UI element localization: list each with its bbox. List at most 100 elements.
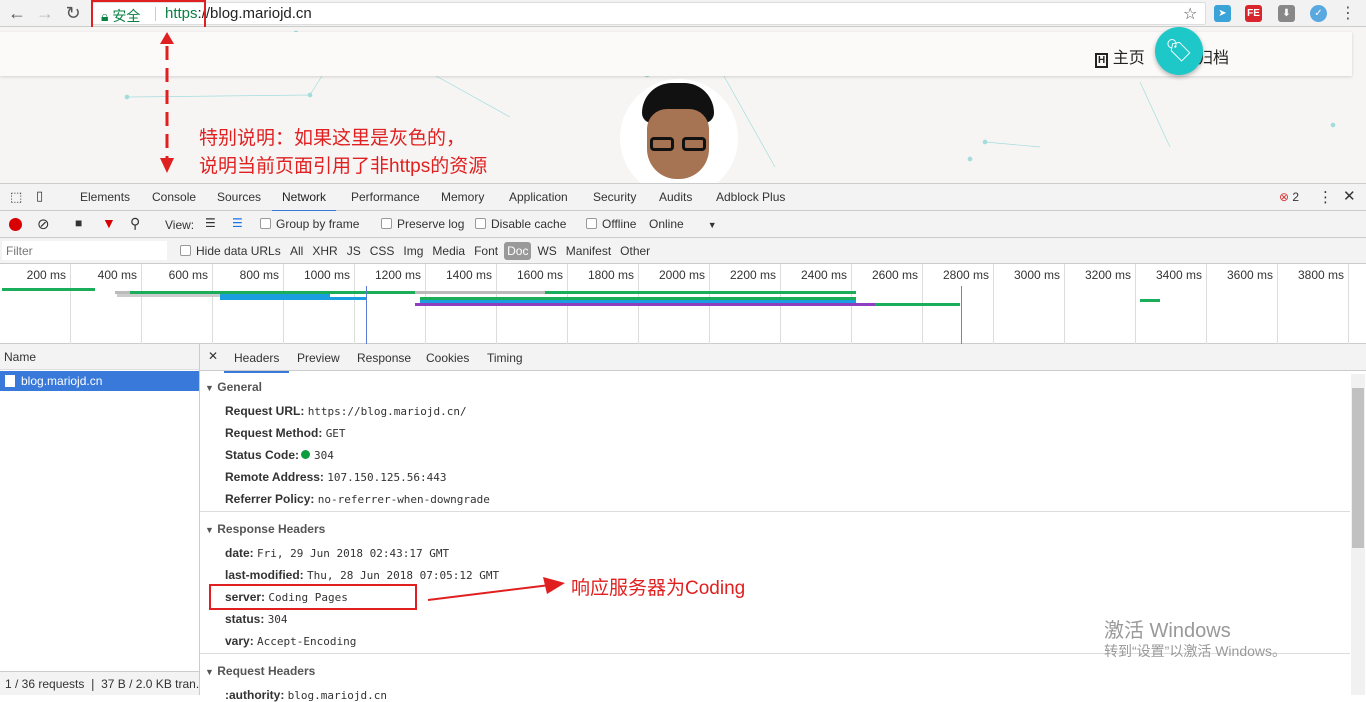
timeline-tick-label: 2800 ms xyxy=(942,268,989,282)
v-icon[interactable]: ✓ xyxy=(1310,5,1327,22)
timeline-overview[interactable]: 200 ms 400 ms 600 ms 800 ms 1000 ms 1200 ms 14… xyxy=(0,264,1366,344)
timeline-tick-label: 3800 ms xyxy=(1297,268,1344,282)
overview-icon[interactable]: ☰ xyxy=(232,216,243,230)
throttle-select[interactable]: Online ▼ xyxy=(649,217,717,231)
tab-application[interactable]: Application xyxy=(509,190,568,204)
annotation-arrow-icon xyxy=(427,577,565,601)
tag-icon[interactable]: 🏷︎ xyxy=(1155,27,1203,75)
nav-home-label: 主页 xyxy=(1112,50,1145,67)
send-icon[interactable]: ➤ xyxy=(1214,5,1231,22)
preserve-log-label: Preserve log xyxy=(397,217,465,231)
hide-data-urls-checkbox[interactable]: Hide data URLs xyxy=(180,244,281,258)
detail-tab-bar: ✕ Headers Preview Response Cookies Timin… xyxy=(200,344,1366,373)
timeline-tick-label: 1200 ms xyxy=(374,268,421,282)
error-count-badge[interactable]: ⊗ 2 xyxy=(1279,190,1299,204)
hide-data-urls-label: Hide data URLs xyxy=(196,244,281,258)
close-details-icon[interactable]: ✕ xyxy=(208,349,218,363)
annotation-note-line1: 特别说明：如果这里是灰色的， xyxy=(199,128,466,149)
bookmark-star-icon[interactable]: ☆ xyxy=(1183,4,1197,24)
type-filter-doc[interactable]: Doc xyxy=(504,242,532,260)
fe-icon[interactable]: FE xyxy=(1245,5,1262,22)
timeline-tick-label: 2000 ms xyxy=(658,268,705,282)
detail-tab-headers[interactable]: Headers xyxy=(224,344,290,373)
view-label: View: xyxy=(165,218,195,232)
group-by-frame-label: Group by frame xyxy=(276,217,360,231)
type-filter-css[interactable]: CSS xyxy=(367,242,398,260)
waterfall-bar xyxy=(1140,299,1160,302)
large-rows-icon[interactable]: ☰ xyxy=(205,216,216,230)
request-list: Name blog.mariojd.cn 1 / 36 requests ❘ 3… xyxy=(0,344,200,695)
annotation-arrow-icon xyxy=(160,32,174,173)
preserve-log-checkbox[interactable]: Preserve log xyxy=(381,217,464,231)
timeline-tick-label: 2200 ms xyxy=(729,268,776,282)
tab-audits[interactable]: Audits xyxy=(659,190,692,204)
reload-icon[interactable]: ↻ xyxy=(63,3,83,23)
offline-label: Offline xyxy=(602,217,637,231)
timeline-tick-label: 1600 ms xyxy=(516,268,563,282)
timeline-tick-label: 3000 ms xyxy=(1013,268,1060,282)
devtools-tab-bar: ⬚ ▯ Elements Console Sources Network Per… xyxy=(0,184,1366,212)
search-icon[interactable]: ⚲ xyxy=(130,215,140,232)
type-filter-media[interactable]: Media xyxy=(429,242,468,260)
filter-icon[interactable]: ▼ xyxy=(102,215,116,231)
clear-icon[interactable]: ⊘ xyxy=(37,215,50,233)
nav-home[interactable]: H 主页 xyxy=(1095,44,1145,68)
waterfall-bar xyxy=(875,303,960,306)
capture-screenshots-icon[interactable]: ■ xyxy=(75,216,82,230)
device-toolbar-icon[interactable]: ▯ xyxy=(36,188,43,204)
tab-console[interactable]: Console xyxy=(152,190,196,204)
annotation-note-line2: 说明当前页面引用了非https的资源 xyxy=(199,156,488,177)
timeline-tick-label: 1400 ms xyxy=(445,268,492,282)
timeline-tick-label: 600 ms xyxy=(168,268,208,282)
detail-tab-cookies[interactable]: Cookies xyxy=(426,351,469,365)
tab-performance[interactable]: Performance xyxy=(351,190,420,204)
waterfall-bar xyxy=(2,288,95,291)
tab-security[interactable]: Security xyxy=(593,190,636,204)
filter-input[interactable] xyxy=(2,241,167,260)
type-filter-ws[interactable]: WS xyxy=(534,242,559,260)
tab-network[interactable]: Network xyxy=(272,190,337,212)
request-row[interactable]: blog.mariojd.cn xyxy=(0,371,199,391)
scrollbar[interactable] xyxy=(1351,374,1365,695)
tab-adblock-plus[interactable]: Adblock Plus xyxy=(716,190,785,204)
network-toolbar: ⊘ ■ ▼ ⚲ View: ☰ ☰ Group by frame Preserv… xyxy=(0,211,1366,238)
type-filter-all[interactable]: All xyxy=(287,242,306,260)
devtools-menu-icon[interactable]: ⋮ xyxy=(1318,188,1333,206)
detail-tab-response[interactable]: Response xyxy=(357,351,411,365)
record-icon[interactable] xyxy=(9,218,22,231)
timeline-tick-label: 800 ms xyxy=(239,268,279,282)
detail-tab-timing[interactable]: Timing xyxy=(487,351,523,365)
disable-cache-checkbox[interactable]: Disable cache xyxy=(475,217,566,231)
timeline-tick-label: 1800 ms xyxy=(587,268,634,282)
inspect-element-icon[interactable]: ⬚ xyxy=(10,189,22,205)
close-devtools-icon[interactable]: ✕ xyxy=(1343,187,1356,205)
url-host: ://blog.mariojd.cn xyxy=(197,5,312,22)
type-filter-img[interactable]: Img xyxy=(400,242,426,260)
address-bar[interactable]: 🔒︎ 安全 https://blog.mariojd.cn ☆ xyxy=(92,2,1206,25)
request-name: blog.mariojd.cn xyxy=(21,374,103,388)
forward-icon[interactable]: → xyxy=(35,3,55,23)
type-filter-js[interactable]: JS xyxy=(344,242,364,260)
menu-icon[interactable]: ⋮ xyxy=(1340,3,1356,23)
tab-elements[interactable]: Elements xyxy=(80,190,130,204)
back-icon[interactable]: ← xyxy=(7,3,27,23)
disable-cache-label: Disable cache xyxy=(491,217,567,231)
tab-sources[interactable]: Sources xyxy=(217,190,261,204)
waterfall-bar xyxy=(415,291,545,294)
detail-tab-preview[interactable]: Preview xyxy=(297,351,340,365)
filter-bar: Hide data URLs AllXHRJSCSSImgMediaFontDo… xyxy=(0,238,1366,264)
resource-type-filters: All XHR JS CSS Img Media Font Doc WS Manifest Othe… xyxy=(287,242,656,260)
site-navbar: H 主页 归档 xyxy=(0,32,1352,76)
type-filter-other[interactable]: Other xyxy=(617,242,653,260)
offline-checkbox[interactable]: Offline xyxy=(586,217,636,231)
type-filter-font[interactable]: Font xyxy=(471,242,501,260)
watermark-line1: 激活 Windows xyxy=(1104,620,1231,642)
type-filter-xhr[interactable]: XHR xyxy=(309,242,340,260)
download-icon[interactable]: ⬇ xyxy=(1278,5,1295,22)
chevron-down-icon: ▼ xyxy=(707,220,717,230)
waterfall-bar xyxy=(415,303,875,306)
type-filter-manifest[interactable]: Manifest xyxy=(563,242,614,260)
group-by-frame-checkbox[interactable]: Group by frame xyxy=(260,217,359,231)
name-column-header[interactable]: Name xyxy=(0,344,199,370)
tab-memory[interactable]: Memory xyxy=(441,190,484,204)
